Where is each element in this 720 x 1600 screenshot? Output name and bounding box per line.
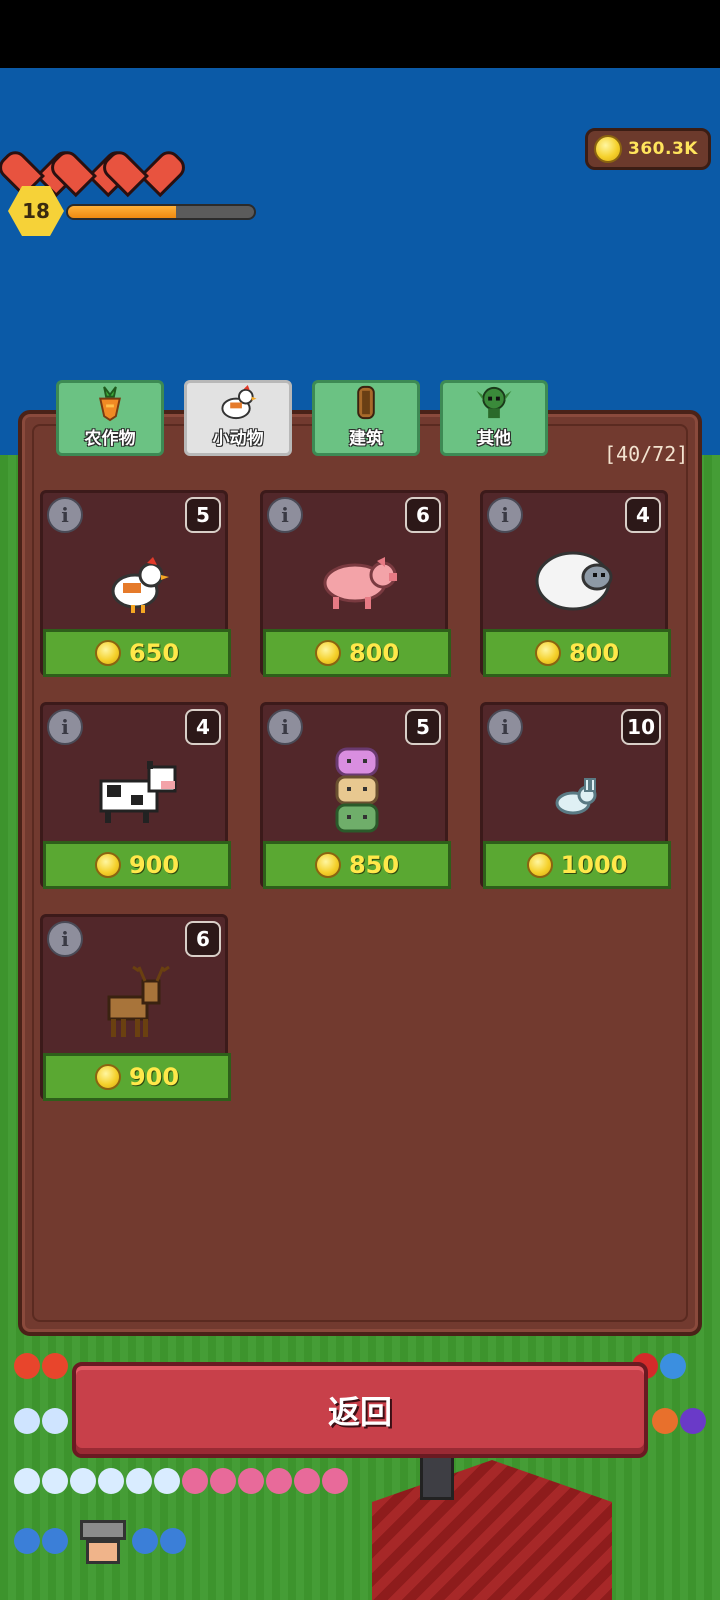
tab-buildings-label: 建筑 xyxy=(349,429,383,449)
buy-button[interactable]: 650 xyxy=(43,629,231,677)
info-icon[interactable]: i xyxy=(47,497,83,533)
coin-icon xyxy=(94,1064,121,1090)
item-price: 900 xyxy=(128,851,180,879)
buy-button[interactable]: 850 xyxy=(263,841,451,889)
farmer-character xyxy=(80,1520,126,1590)
buy-button[interactable]: 800 xyxy=(263,629,451,677)
coin-icon xyxy=(314,852,341,878)
level-indicator: 18 xyxy=(8,186,258,236)
item-quantity: 10 xyxy=(621,709,661,745)
item-quantity: 6 xyxy=(405,497,441,533)
shop-item-slime-stack[interactable]: i 5 850 xyxy=(260,702,451,889)
wood-log-icon xyxy=(357,385,375,420)
xp-bar xyxy=(66,204,256,220)
coin-icon xyxy=(594,135,622,163)
buy-button[interactable]: 1000 xyxy=(483,841,671,889)
pig-icon xyxy=(323,557,397,609)
info-icon[interactable]: i xyxy=(47,709,83,745)
buy-button[interactable]: 900 xyxy=(43,841,231,889)
buy-button[interactable]: 800 xyxy=(483,629,671,677)
item-counter: [40/72] xyxy=(604,442,689,466)
farm-house xyxy=(372,1440,612,1600)
coin-balance: 360.3K xyxy=(585,128,711,170)
shop-item-pig[interactable]: i 6 800 xyxy=(260,490,451,677)
goblin-icon xyxy=(476,386,512,419)
level-badge: 18 xyxy=(8,186,64,236)
item-price: 800 xyxy=(348,639,400,667)
tab-other-label: 其他 xyxy=(477,429,511,449)
shop-item-deer[interactable]: i 6 900 xyxy=(40,914,231,1101)
status-bar xyxy=(0,0,720,68)
coin-icon xyxy=(534,640,561,666)
xp-bar-fill xyxy=(68,206,176,218)
flower-bed-3 xyxy=(0,1460,720,1500)
info-icon[interactable]: i xyxy=(47,921,83,957)
tab-crops-label: 农作物 xyxy=(84,429,136,449)
slime-stack-icon xyxy=(335,747,379,833)
info-icon[interactable]: i xyxy=(487,497,523,533)
item-quantity: 4 xyxy=(185,709,221,745)
level-number: 18 xyxy=(22,199,50,223)
rabbit-icon xyxy=(555,778,597,815)
chicken-icon xyxy=(111,557,169,613)
carrot-icon xyxy=(99,386,121,422)
coin-icon xyxy=(314,640,341,666)
item-quantity: 4 xyxy=(625,497,661,533)
item-price: 850 xyxy=(348,851,400,879)
shop-item-cow[interactable]: i 4 900 xyxy=(40,702,231,889)
info-icon[interactable]: i xyxy=(267,709,303,745)
tab-small-animals[interactable]: 小动物 xyxy=(184,380,292,456)
item-quantity: 5 xyxy=(185,497,221,533)
return-button-label: 返回 xyxy=(327,1393,392,1431)
cow-icon xyxy=(99,761,177,823)
sheep-icon xyxy=(535,551,613,611)
shop-item-sheep[interactable]: i 4 800 xyxy=(480,490,671,677)
buy-button[interactable]: 900 xyxy=(43,1053,231,1101)
chicken-icon xyxy=(221,384,257,420)
info-icon[interactable]: i xyxy=(267,497,303,533)
item-price: 650 xyxy=(128,639,180,667)
item-quantity: 6 xyxy=(185,921,221,957)
item-quantity: 5 xyxy=(405,709,441,745)
tab-small-animals-label: 小动物 xyxy=(212,429,264,449)
item-price: 800 xyxy=(568,639,620,667)
coin-amount: 360.3K xyxy=(628,139,698,159)
return-button[interactable]: 返回 xyxy=(72,1362,648,1458)
tab-buildings[interactable]: 建筑 xyxy=(312,380,420,456)
shop-item-chicken[interactable]: i 5 650 xyxy=(40,490,231,677)
coin-icon xyxy=(94,640,121,666)
item-price: 1000 xyxy=(560,851,628,879)
heart-icon xyxy=(118,134,164,174)
health-hearts xyxy=(14,134,164,174)
item-price: 900 xyxy=(128,1063,180,1091)
coin-icon xyxy=(94,852,121,878)
tab-other[interactable]: 其他 xyxy=(440,380,548,456)
info-icon[interactable]: i xyxy=(487,709,523,745)
tab-crops[interactable]: 农作物 xyxy=(56,380,164,456)
house-roof xyxy=(372,1460,612,1600)
coin-icon xyxy=(526,852,553,878)
shop-item-rabbit[interactable]: i 10 1000 xyxy=(480,702,671,889)
deer-icon xyxy=(107,965,170,1037)
